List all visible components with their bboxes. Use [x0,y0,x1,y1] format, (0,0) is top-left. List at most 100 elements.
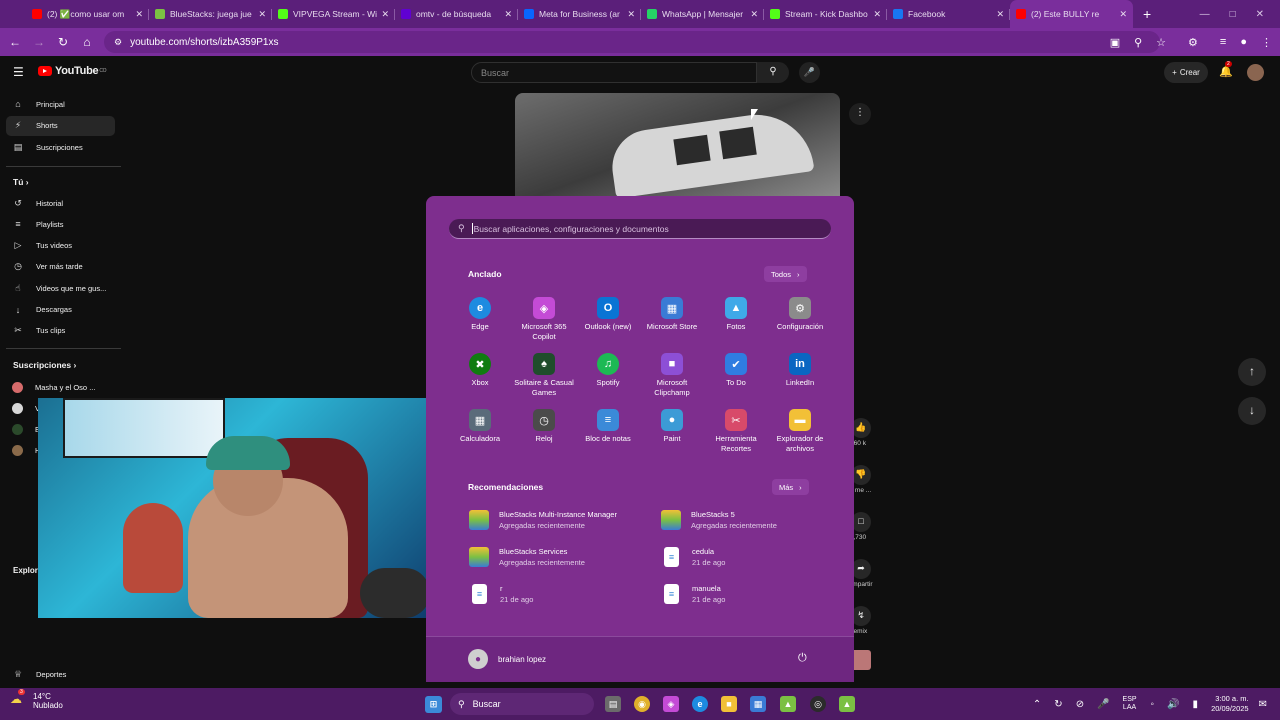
m365-copilot-icon[interactable]: ◈ [663,696,679,712]
pinned-app[interactable]: ◈ Microsoft 365 Copilot [512,297,576,342]
search-input[interactable]: Buscar [471,62,757,83]
recommendation-item[interactable]: BlueStacks Multi-Instance Manager Agregad… [469,510,617,530]
bluestacks-icon[interactable]: ▲ [780,696,796,712]
file-explorer-icon[interactable]: ■ [721,696,737,712]
pinned-app[interactable]: ✂ Herramienta Recortes [704,409,768,454]
close-tab-icon[interactable]: ✕ [750,9,758,20]
sidebar-item[interactable]: ◷ Ver más tarde [6,257,115,277]
pinned-app[interactable]: ● Paint [640,409,704,444]
browser-tab[interactable]: WhatsApp | Mensajer ✕ [641,0,764,28]
recommendation-item[interactable]: ≡ cedula 21 de ago [661,547,725,567]
minimize-icon[interactable]: — [1200,9,1210,20]
pinned-app[interactable]: ■ Microsoft Clipchamp [640,353,704,398]
next-short-button[interactable]: ↓ [1238,397,1266,425]
pinned-app[interactable]: ≡ Bloc de notas [576,409,640,444]
pinned-app[interactable]: ♫ Spotify [576,353,640,388]
more-recommendations-button[interactable]: Más › [772,479,809,495]
pinned-app[interactable]: ⚙ Configuración [768,297,832,332]
notifications-bell-icon[interactable]: 🔔 2 [1219,61,1233,78]
start-search-input[interactable]: ⚲ Buscar aplicaciones, configuraciones y… [449,219,831,239]
hamburger-menu-icon[interactable]: ☰ [13,65,24,79]
sidebar-item[interactable]: ⚡ Shorts [6,115,115,136]
pinned-app[interactable]: ◷ Reloj [512,409,576,444]
close-tab-icon[interactable]: ✕ [381,9,389,20]
you-section-header[interactable]: Tú › [13,177,29,187]
pinned-app[interactable]: ▦ Microsoft Store [640,297,704,332]
close-tab-icon[interactable]: ✕ [504,9,512,20]
youtube-logo[interactable]: YouTube CO [38,65,107,77]
sidebar-item[interactable]: ▷ Tus videos [6,236,115,256]
taskbar-search[interactable]: ⚲ Buscar [450,693,594,715]
bluestacks-multi-icon[interactable]: ▲ [839,696,855,712]
chrome-icon[interactable]: ◉ [634,696,650,712]
browser-tab[interactable]: omtv - de búsqueda ✕ [395,0,518,28]
voice-search-icon[interactable]: 🎤 [799,62,820,83]
pinned-app[interactable]: ▬ Explorador de archivos [768,409,832,454]
start-button-windows-icon[interactable]: ⊞ [425,696,442,713]
language-indicator[interactable]: ESP LAA [1123,696,1137,712]
back-icon[interactable]: ← [3,35,27,49]
close-tab-icon[interactable]: ✕ [1119,9,1127,20]
pinned-app[interactable]: O Outlook (new) [576,297,640,332]
browser-tab[interactable]: Stream - Kick Dashbo ✕ [764,0,887,28]
previous-short-button[interactable]: ↑ [1238,358,1266,386]
profile-icon[interactable]: ● [1240,36,1247,48]
extensions-icon[interactable]: ⚙ [1188,36,1198,49]
chevron-up-icon[interactable]: ⌃ [1033,699,1041,710]
clock[interactable]: 3:00 a. m. 20/09/2025 [1211,694,1249,714]
microphone-icon[interactable]: 🎤 [1097,699,1109,710]
pinned-app[interactable]: ✖ Xbox [448,353,512,388]
network-off-icon[interactable]: ⊘ [1076,699,1084,710]
browser-tab[interactable]: (2) Este BULLY re ✕ [1010,0,1133,28]
account-avatar[interactable] [1247,64,1264,81]
home-icon[interactable]: ⌂ [75,35,99,49]
pinned-app[interactable]: ▲ Fotos [704,297,768,332]
more-options-icon[interactable]: ⋮ [849,103,871,125]
browser-tab[interactable]: Facebook ✕ [887,0,1010,28]
browser-tab[interactable]: BlueStacks: juega jue ✕ [149,0,272,28]
edge-icon[interactable]: e [692,696,708,712]
weather-widget[interactable]: ☁ 3 14°C Nublado [10,689,63,710]
browser-tab[interactable]: (2) ✅como usar om ✕ [26,0,149,28]
microsoft-store-icon[interactable]: ▦ [750,696,766,712]
task-view-icon[interactable]: ▤ [605,696,621,712]
sidebar-item[interactable]: ✂ Tus clips [6,321,115,341]
create-button[interactable]: + Crear [1164,62,1208,83]
recommendation-item[interactable]: BlueStacks 5 Agregadas recientemente [661,510,777,530]
close-tab-icon[interactable]: ✕ [135,9,143,20]
recommendation-item[interactable]: BlueStacks Services Agregadas recientemen… [469,547,585,567]
subscriptions-section-header[interactable]: Suscripciones › [13,360,76,370]
reading-list-icon[interactable]: ≡ [1220,36,1226,48]
sidebar-item[interactable]: ↺ Historial [6,193,115,213]
close-tab-icon[interactable]: ✕ [258,9,266,20]
pinned-app[interactable]: in LinkedIn [768,353,832,388]
sidebar-item[interactable]: Masha y el Oso ... [6,377,115,397]
close-tab-icon[interactable]: ✕ [873,9,881,20]
bookmark-star-icon[interactable]: ☆ [1156,36,1166,49]
site-info-icon[interactable]: ⚙ [114,37,122,48]
close-tab-icon[interactable]: ✕ [996,9,1004,20]
close-window-icon[interactable]: ✕ [1256,9,1264,20]
power-icon[interactable]: ⏻ [798,652,807,665]
recommendation-item[interactable]: ≡ r 21 de ago [469,584,533,604]
url-field[interactable]: ⚙ youtube.com/shorts/izbA359P1xs [104,31,1160,53]
notifications-icon[interactable]: ✉ [1259,699,1267,710]
menu-dots-icon[interactable]: ⋮ [1261,36,1272,49]
pinned-app[interactable]: ✔ To Do [704,353,768,388]
wifi-icon[interactable]: ◦ [1151,699,1155,710]
new-tab-icon[interactable]: + [1143,6,1151,22]
sidebar-item[interactable]: ⌂ Principal [6,94,115,114]
pinned-app[interactable]: ▦ Calculadora [448,409,512,444]
all-apps-button[interactable]: Todos › [764,266,807,282]
pinned-app[interactable]: ♠ Solitaire & Casual Games [512,353,576,398]
pinned-app[interactable]: e Edge [448,297,512,332]
sidebar-item[interactable]: ☝ Videos que me gus... [6,278,115,298]
browser-tab[interactable]: VIPVEGA Stream - Wi ✕ [272,0,395,28]
recommendation-item[interactable]: ≡ manuela 21 de ago [661,584,725,604]
reload-icon[interactable]: ↻ [51,35,75,49]
sidebar-item-sports[interactable]: ♕ Deportes [6,664,115,684]
forward-icon[interactable]: → [27,35,51,49]
install-app-icon[interactable]: ▣ [1110,36,1120,49]
close-tab-icon[interactable]: ✕ [627,9,635,20]
obs-icon[interactable]: ◎ [810,696,826,712]
